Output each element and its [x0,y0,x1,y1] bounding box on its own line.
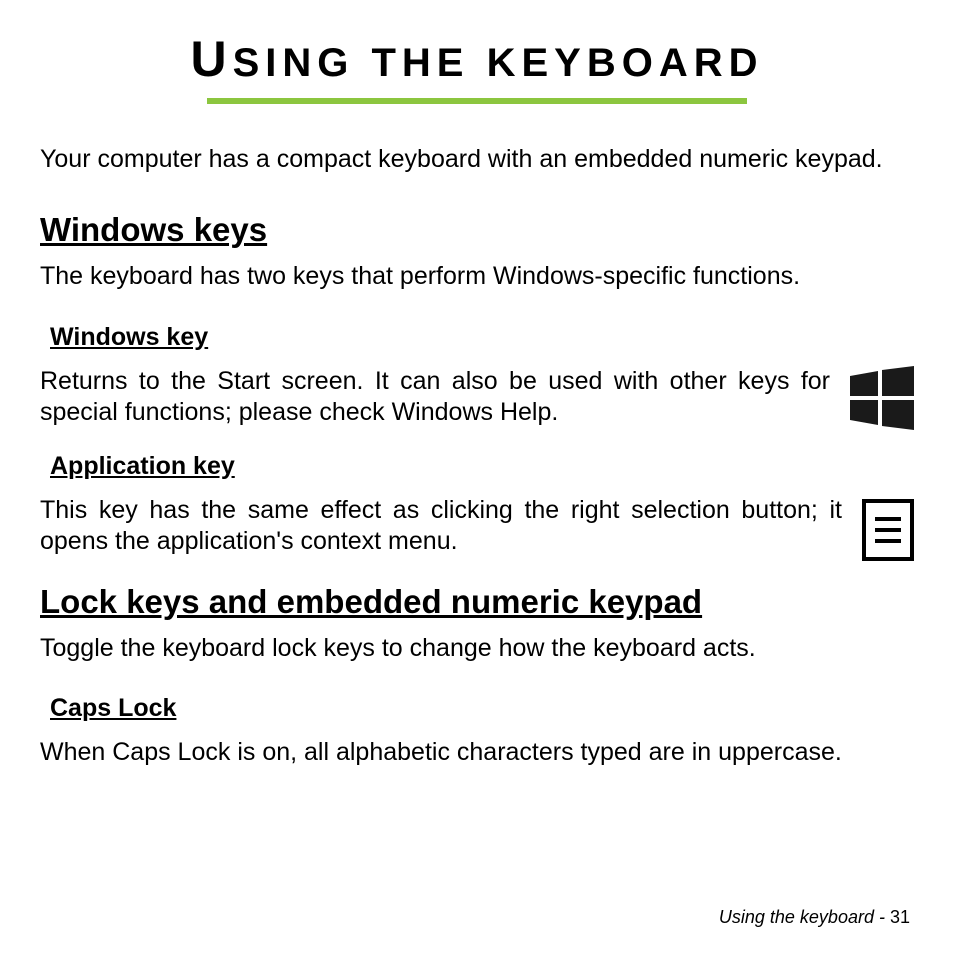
lock-keys-text: Toggle the keyboard lock keys to change … [40,633,914,664]
title-rest: SING THE KEYBOARD [233,41,764,85]
title-dropcap: U [190,31,232,87]
heading-caps-lock: Caps Lock [50,694,914,723]
page-footer: Using the keyboard - 31 [719,907,910,928]
heading-application-key: Application key [50,452,914,481]
caps-lock-text: When Caps Lock is on, all alphabetic cha… [40,737,914,768]
heading-windows-keys: Windows keys [40,211,914,249]
application-key-icon [862,495,914,561]
application-key-text: This key has the same effect as clicking… [40,495,842,558]
title-underline [207,98,747,104]
application-key-row: This key has the same effect as clicking… [40,495,914,561]
windows-key-text: Returns to the Start screen. It can also… [40,366,830,429]
heading-windows-key: Windows key [50,323,914,352]
footer-page-number: 31 [890,907,910,927]
footer-label: Using the keyboard - [719,907,890,927]
page-title: USING THE KEYBOARD [40,30,914,88]
windows-key-row: Returns to the Start screen. It can also… [40,366,914,430]
windows-keys-text: The keyboard has two keys that perform W… [40,261,914,292]
heading-lock-keys: Lock keys and embedded numeric keypad [40,583,914,621]
windows-logo-icon [850,366,914,430]
intro-text: Your computer has a compact keyboard wit… [40,144,914,175]
